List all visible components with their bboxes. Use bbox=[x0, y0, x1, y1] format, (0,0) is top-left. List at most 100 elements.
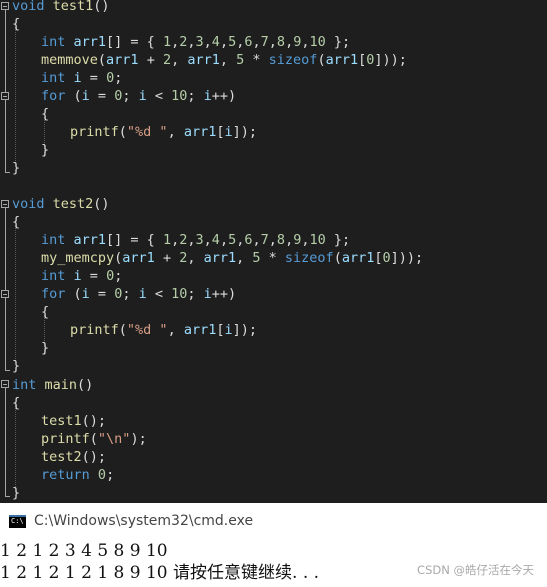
code-line[interactable]: for (i = 0; i < 10; i++) bbox=[41, 87, 236, 105]
code-line[interactable]: { bbox=[41, 105, 49, 123]
code-token: ( bbox=[317, 52, 326, 68]
code-line[interactable]: int arr1[] = { 1,2,3,4,5,6,7,8,9,10 }; bbox=[41, 33, 350, 51]
code-line[interactable]: int main() bbox=[12, 376, 93, 394]
code-token: arr1 bbox=[122, 250, 155, 266]
code-token: ]); bbox=[232, 124, 258, 140]
code-token: { bbox=[41, 106, 50, 122]
code-token: 2 bbox=[162, 52, 172, 68]
code-line[interactable]: memmove(arr1 + 2, arr1, 5 * sizeof(arr1[… bbox=[41, 51, 407, 69]
code-token: 4 bbox=[211, 34, 220, 50]
code-line[interactable]: void test2() bbox=[12, 195, 110, 213]
code-token: , bbox=[187, 232, 196, 248]
code-token: [] = { bbox=[106, 232, 163, 248]
code-token: , bbox=[285, 34, 294, 50]
code-token: } bbox=[12, 160, 21, 176]
code-token: arr1 bbox=[73, 232, 107, 248]
console-output-line: 1 2 1 2 1 2 1 8 9 10 请按任意键继续. . . bbox=[0, 563, 320, 583]
code-token: , bbox=[252, 34, 261, 50]
code-token: = bbox=[89, 286, 115, 302]
collapse-icon[interactable] bbox=[1, 200, 9, 208]
code-token: i bbox=[203, 88, 212, 104]
watermark: CSDN @皓仔活在今天 bbox=[417, 563, 534, 577]
code-token: 10 bbox=[171, 88, 188, 104]
code-token: 0 bbox=[106, 70, 115, 86]
code-token: < bbox=[146, 286, 172, 302]
code-line[interactable]: test1(); bbox=[41, 412, 106, 430]
code-line[interactable]: printf("\n"); bbox=[41, 430, 147, 448]
code-token: 10 bbox=[309, 34, 326, 50]
code-token: 5 bbox=[228, 34, 237, 50]
code-editor[interactable]: void test1(){int arr1[] = { 1,2,3,4,5,6,… bbox=[0, 0, 547, 503]
code-token: ( bbox=[118, 322, 127, 338]
fold-line bbox=[5, 388, 6, 497]
code-token: , bbox=[219, 232, 229, 248]
code-token: 6 bbox=[244, 34, 253, 50]
collapse-icon[interactable] bbox=[1, 290, 9, 298]
code-token: memmove bbox=[41, 52, 98, 68]
code-line[interactable]: } bbox=[12, 484, 20, 502]
code-token: [] = { bbox=[106, 34, 163, 50]
code-line[interactable]: { bbox=[12, 394, 20, 412]
code-token: 3 bbox=[195, 232, 204, 248]
code-token: ++) bbox=[211, 286, 237, 302]
console-titlebar[interactable]: C:\ C:\Windows\system32\cmd.exe bbox=[0, 503, 547, 541]
indent-guide bbox=[15, 405, 16, 493]
code-line[interactable]: int i = 0; bbox=[41, 69, 122, 87]
code-line[interactable]: } bbox=[12, 159, 20, 177]
code-line[interactable]: { bbox=[41, 303, 49, 321]
code-line[interactable]: test2(); bbox=[41, 448, 106, 466]
code-token: () bbox=[93, 0, 110, 14]
code-token: < bbox=[146, 88, 172, 104]
code-line[interactable]: } bbox=[12, 357, 20, 375]
code-token: 10 bbox=[309, 232, 326, 248]
code-token: arr1 bbox=[203, 250, 237, 266]
code-token: arr1 bbox=[341, 250, 375, 266]
code-token: my_memcpy bbox=[41, 250, 115, 266]
code-line[interactable]: printf("%d ", arr1[i]); bbox=[70, 123, 257, 141]
code-token: ])); bbox=[390, 250, 424, 266]
code-token: , bbox=[268, 232, 277, 248]
code-line[interactable]: int i = 0; bbox=[41, 267, 122, 285]
collapse-icon[interactable] bbox=[1, 380, 9, 388]
code-token: = bbox=[89, 88, 115, 104]
code-token: "%d " bbox=[126, 322, 168, 338]
code-token: 7 bbox=[260, 232, 269, 248]
code-line[interactable]: } bbox=[41, 339, 49, 357]
code-token: ; bbox=[122, 286, 139, 302]
code-token: for bbox=[41, 88, 66, 104]
code-line[interactable]: { bbox=[12, 213, 20, 231]
code-token: () bbox=[77, 377, 94, 393]
code-token: ; bbox=[187, 88, 204, 104]
code-token: arr1 bbox=[325, 52, 359, 68]
code-line[interactable]: void test1() bbox=[12, 0, 110, 15]
code-token: } bbox=[41, 340, 50, 356]
code-line[interactable]: int arr1[] = { 1,2,3,4,5,6,7,8,9,10 }; bbox=[41, 231, 350, 249]
collapse-icon[interactable] bbox=[1, 2, 9, 10]
code-token: + bbox=[138, 52, 163, 68]
console-window[interactable]: C:\ C:\Windows\system32\cmd.exe 1 2 1 2 … bbox=[0, 503, 547, 587]
code-token: }; bbox=[325, 34, 351, 50]
code-token: ( bbox=[97, 52, 107, 68]
code-line[interactable]: printf("%d ", arr1[i]); bbox=[70, 321, 257, 339]
code-token: { bbox=[12, 395, 21, 411]
code-token: 7 bbox=[260, 34, 269, 50]
code-token: ( bbox=[118, 124, 127, 140]
indent-guide bbox=[15, 225, 16, 361]
code-line[interactable]: my_memcpy(arr1 + 2, arr1, 5 * sizeof(arr… bbox=[41, 249, 423, 267]
code-token: ; bbox=[187, 286, 204, 302]
collapse-icon[interactable] bbox=[1, 92, 9, 100]
code-line[interactable]: { bbox=[12, 15, 20, 33]
code-token: i bbox=[81, 88, 90, 104]
code-token: , bbox=[219, 34, 229, 50]
code-line[interactable]: for (i = 0; i < 10; i++) bbox=[41, 285, 236, 303]
code-token: ++) bbox=[211, 88, 237, 104]
code-token: 0 bbox=[382, 250, 391, 266]
code-token: int bbox=[41, 34, 66, 50]
code-line[interactable]: return 0; bbox=[41, 466, 114, 484]
code-line[interactable]: } bbox=[41, 141, 49, 159]
code-token: sizeof bbox=[268, 52, 318, 68]
